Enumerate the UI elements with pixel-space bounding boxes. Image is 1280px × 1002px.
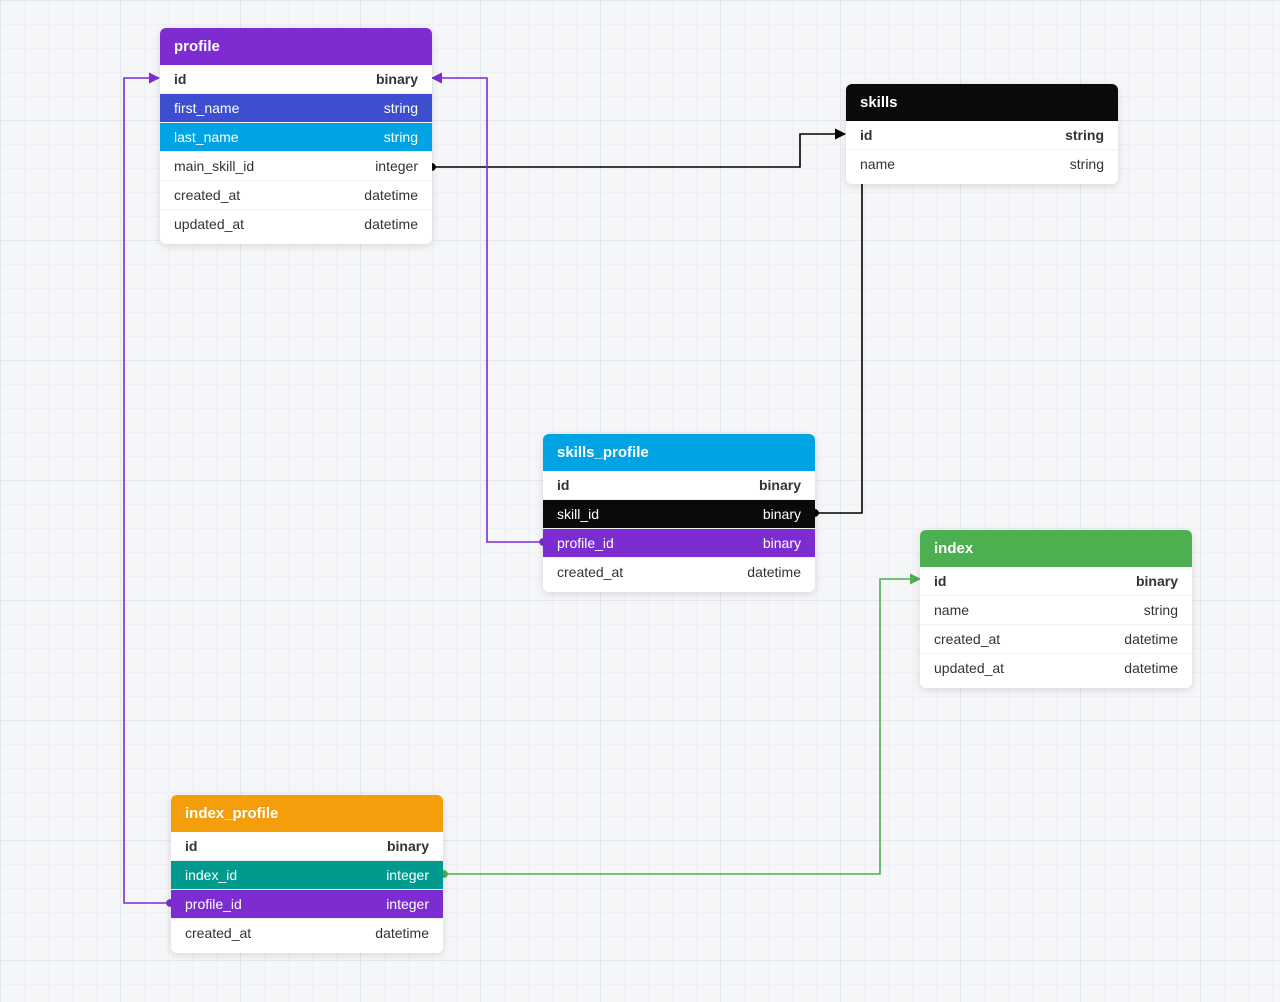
col-type: binary	[763, 506, 801, 522]
col-name: profile_id	[185, 896, 242, 912]
table-header-skills[interactable]: skills	[846, 84, 1118, 121]
row-index-profile-id[interactable]: id binary	[171, 832, 443, 861]
col-name: id	[860, 127, 872, 143]
table-profile[interactable]: profile id binary first_name string last…	[160, 28, 432, 244]
row-profile-first-name[interactable]: first_name string	[160, 94, 432, 123]
col-name: first_name	[174, 100, 239, 116]
row-index-profile-profile-id[interactable]: profile_id integer	[171, 890, 443, 919]
col-name: last_name	[174, 129, 239, 145]
table-header-profile[interactable]: profile	[160, 28, 432, 65]
col-type: string	[384, 129, 418, 145]
row-skills-profile-profile-id[interactable]: profile_id binary	[543, 529, 815, 558]
col-name: id	[557, 477, 569, 493]
col-name: created_at	[934, 631, 1000, 647]
col-type: datetime	[1124, 631, 1178, 647]
table-title: index_profile	[185, 805, 278, 822]
col-type: string	[384, 100, 418, 116]
row-skills-name[interactable]: name string	[846, 150, 1118, 184]
table-index[interactable]: index id binary name string created_at d…	[920, 530, 1192, 688]
row-skills-profile-created-at[interactable]: created_at datetime	[543, 558, 815, 592]
row-profile-updated-at[interactable]: updated_at datetime	[160, 210, 432, 244]
col-name: skill_id	[557, 506, 599, 522]
row-index-profile-created-at[interactable]: created_at datetime	[171, 919, 443, 953]
col-name: id	[185, 838, 197, 854]
col-type: string	[1144, 602, 1178, 618]
col-name: index_id	[185, 867, 237, 883]
table-index-profile[interactable]: index_profile id binary index_id integer…	[171, 795, 443, 953]
row-skills-profile-skill-id[interactable]: skill_id binary	[543, 500, 815, 529]
col-type: binary	[1136, 573, 1178, 589]
table-title: profile	[174, 38, 220, 55]
row-skills-id[interactable]: id string	[846, 121, 1118, 150]
table-header-index-profile[interactable]: index_profile	[171, 795, 443, 832]
col-name: main_skill_id	[174, 158, 254, 174]
row-index-id[interactable]: id binary	[920, 567, 1192, 596]
col-type: datetime	[375, 925, 429, 941]
edge-skills-profile-profile-to-profile	[432, 78, 543, 542]
col-name: created_at	[185, 925, 251, 941]
col-type: datetime	[747, 564, 801, 580]
row-profile-last-name[interactable]: last_name string	[160, 123, 432, 152]
col-name: updated_at	[934, 660, 1004, 676]
col-name: profile_id	[557, 535, 614, 551]
col-name: name	[860, 156, 895, 172]
table-header-index[interactable]: index	[920, 530, 1192, 567]
table-skills[interactable]: skills id string name string	[846, 84, 1118, 184]
edge-profile-main-skill-to-skills	[432, 134, 845, 167]
row-skills-profile-id[interactable]: id binary	[543, 471, 815, 500]
col-type: binary	[387, 838, 429, 854]
table-header-skills-profile[interactable]: skills_profile	[543, 434, 815, 471]
table-title: index	[934, 540, 973, 557]
row-profile-id[interactable]: id binary	[160, 65, 432, 94]
row-index-created-at[interactable]: created_at datetime	[920, 625, 1192, 654]
edge-skills-profile-skill-to-skills	[815, 179, 980, 513]
row-profile-created-at[interactable]: created_at datetime	[160, 181, 432, 210]
col-type: integer	[375, 158, 418, 174]
col-type: string	[1070, 156, 1104, 172]
col-name: created_at	[557, 564, 623, 580]
row-index-profile-index-id[interactable]: index_id integer	[171, 861, 443, 890]
row-index-updated-at[interactable]: updated_at datetime	[920, 654, 1192, 688]
col-name: created_at	[174, 187, 240, 203]
col-type: binary	[376, 71, 418, 87]
col-name: updated_at	[174, 216, 244, 232]
col-name: name	[934, 602, 969, 618]
col-type: datetime	[364, 187, 418, 203]
row-profile-main-skill-id[interactable]: main_skill_id integer	[160, 152, 432, 181]
edge-index-profile-index-to-index	[444, 579, 920, 874]
table-title: skills	[860, 94, 898, 111]
table-title: skills_profile	[557, 444, 649, 461]
col-name: id	[934, 573, 946, 589]
row-index-name[interactable]: name string	[920, 596, 1192, 625]
col-type: binary	[759, 477, 801, 493]
col-type: datetime	[1124, 660, 1178, 676]
col-type: datetime	[364, 216, 418, 232]
col-type: string	[1065, 127, 1104, 143]
col-type: integer	[386, 896, 429, 912]
col-name: id	[174, 71, 186, 87]
table-skills-profile[interactable]: skills_profile id binary skill_id binary…	[543, 434, 815, 592]
col-type: binary	[763, 535, 801, 551]
col-type: integer	[386, 867, 429, 883]
